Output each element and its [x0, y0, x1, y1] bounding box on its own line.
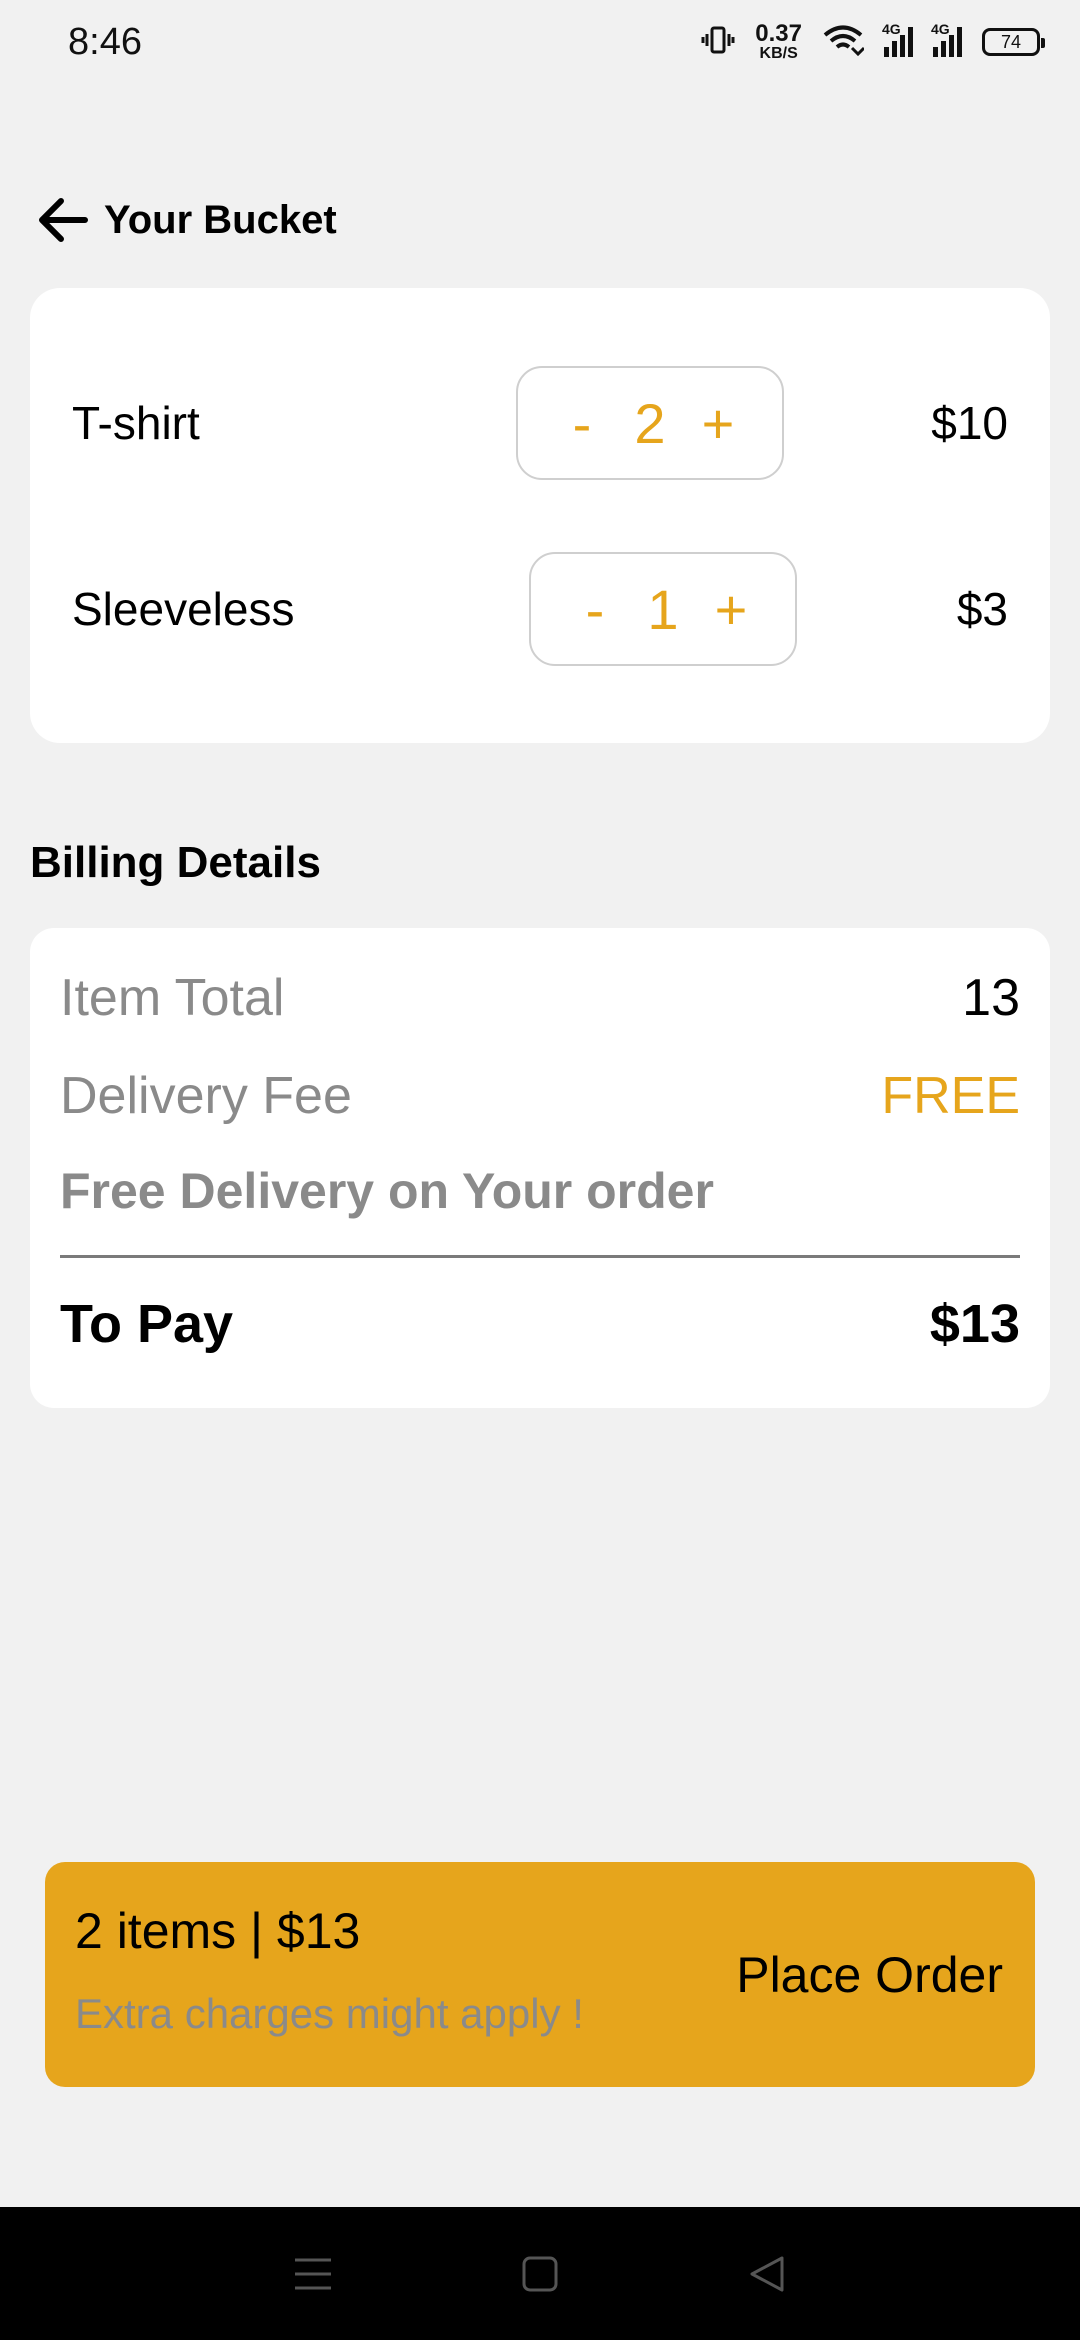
- sim1-label: 4G: [882, 21, 901, 37]
- delivery-fee-value: FREE: [881, 1067, 1020, 1125]
- increment-button[interactable]: +: [698, 391, 738, 456]
- quantity-value: 2: [634, 391, 666, 455]
- item-total-value: 13: [962, 969, 1020, 1027]
- divider: [60, 1255, 1020, 1258]
- page-title: Your Bucket: [104, 197, 337, 242]
- decrement-button[interactable]: -: [562, 391, 602, 456]
- cart-item-price: $3: [956, 583, 1008, 635]
- quantity-stepper: - 1 +: [529, 552, 797, 666]
- quantity-value: 1: [647, 577, 679, 641]
- signal-icon-sim1: 4G: [882, 21, 913, 57]
- billing-heading: Billing Details: [30, 838, 321, 887]
- cart-item-name: Sleeveless: [72, 583, 295, 635]
- cart-item: T-shirt - 2 + $10: [30, 366, 1050, 480]
- home-square-icon[interactable]: [510, 2244, 570, 2304]
- cart-item-name: T-shirt: [72, 397, 200, 449]
- signal-icon-sim2: 4G: [931, 21, 962, 57]
- sim2-label: 4G: [931, 21, 950, 37]
- net-speed-unit: KB/S: [759, 45, 798, 62]
- delivery-fee-row: Delivery Fee FREE: [60, 1066, 1020, 1126]
- battery-icon: 74: [982, 28, 1045, 56]
- cart-item: Sleeveless - 1 + $3: [30, 552, 1050, 666]
- battery-level: 74: [1000, 31, 1022, 52]
- cart-card: T-shirt - 2 + $10 Sleeveless - 1 + $3: [30, 288, 1050, 743]
- item-total-label: Item Total: [60, 969, 285, 1027]
- billing-card: Item Total 13 Delivery Fee FREE Free Del…: [30, 928, 1050, 1408]
- extra-charges-note: Extra charges might apply !: [75, 1990, 584, 2037]
- item-total-row: Item Total 13: [60, 968, 1020, 1028]
- increment-button[interactable]: +: [711, 577, 751, 642]
- header: Your Bucket: [36, 190, 337, 250]
- to-pay-label: To Pay: [60, 1294, 234, 1354]
- screen: 8:46 0.37 KB/S 4G 4G 74 Your Bucket T-sh…: [0, 0, 1080, 2340]
- vibrate-icon: [701, 25, 735, 60]
- menu-icon[interactable]: [283, 2244, 343, 2304]
- order-summary: 2 items | $13: [75, 1903, 361, 1959]
- place-order-button[interactable]: Place Order: [736, 1862, 1003, 2087]
- delivery-fee-label: Delivery Fee: [60, 1067, 352, 1125]
- to-pay-row: To Pay $13: [60, 1293, 1020, 1355]
- to-pay-value: $13: [929, 1294, 1020, 1354]
- status-bar: 8:46 0.37 KB/S 4G 4G 74: [0, 0, 1080, 84]
- decrement-button[interactable]: -: [575, 577, 615, 642]
- net-speed-value: 0.37: [755, 20, 802, 47]
- free-delivery-note: Free Delivery on Your order: [60, 1163, 714, 1219]
- back-triangle-icon[interactable]: [737, 2244, 797, 2304]
- place-order-bar[interactable]: 2 items | $13 Extra charges might apply …: [45, 1862, 1035, 2087]
- status-time: 8:46: [68, 20, 142, 63]
- system-nav-bar: [0, 2207, 1080, 2340]
- wifi-icon: [822, 24, 866, 61]
- quantity-stepper: - 2 +: [516, 366, 784, 480]
- arrow-left-icon[interactable]: [36, 193, 90, 247]
- network-speed: 0.37 KB/S: [755, 22, 802, 62]
- cart-item-price: $10: [931, 397, 1008, 449]
- status-icons: 0.37 KB/S 4G 4G 74: [701, 21, 1045, 62]
